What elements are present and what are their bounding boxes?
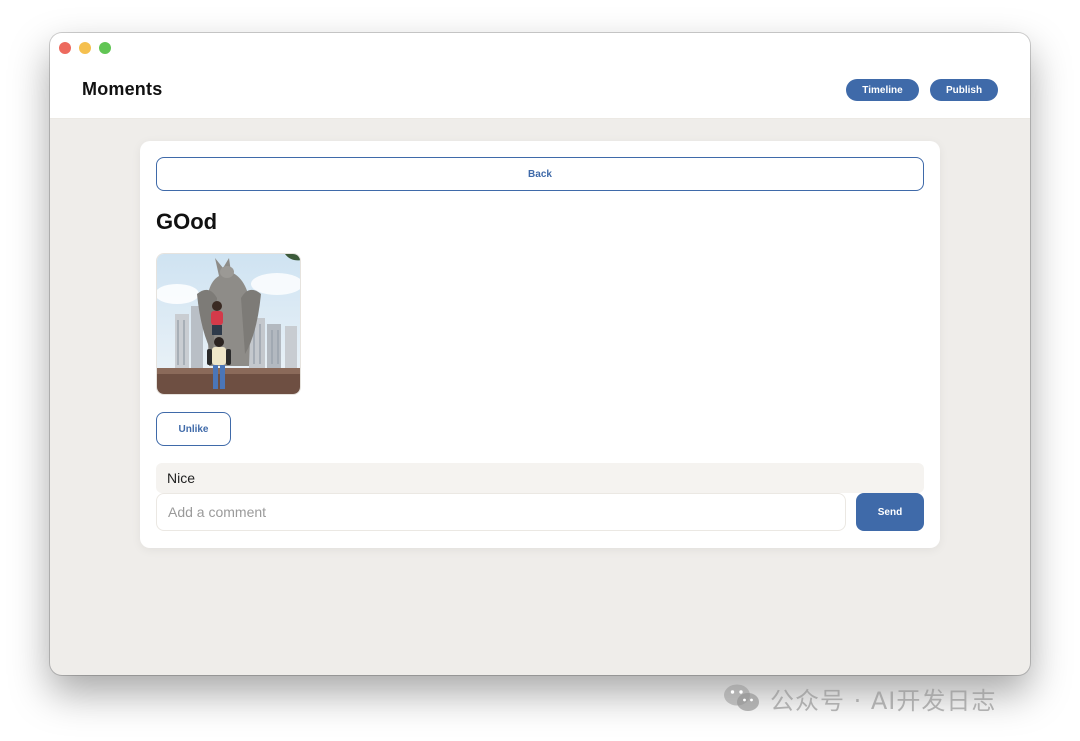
publish-button[interactable]: Publish — [930, 79, 998, 101]
comment-item: Nice — [156, 463, 924, 493]
unlike-button[interactable]: Unlike — [156, 412, 231, 446]
post-detail-card: Back GOod Unlike Nice Add a comment Send — [140, 141, 940, 548]
photo-illustration — [157, 254, 300, 394]
app-title: Moments — [82, 79, 163, 99]
post-photo[interactable] — [156, 253, 301, 395]
minimize-window-button[interactable] — [79, 42, 91, 54]
back-button[interactable]: Back — [156, 157, 924, 191]
watermark: 公众号 · AI开发日志 — [722, 680, 996, 716]
send-button[interactable]: Send — [856, 493, 924, 531]
header-bar: Moments Timeline Publish — [50, 33, 1030, 119]
wechat-icon — [724, 684, 759, 711]
post-title: GOod — [156, 209, 218, 234]
timeline-button[interactable]: Timeline — [846, 79, 919, 101]
watermark-text: 公众号 · AI开发日志 — [770, 686, 997, 715]
comment-input[interactable] — [156, 493, 846, 531]
close-window-button[interactable] — [59, 42, 71, 54]
zoom-window-button[interactable] — [99, 42, 111, 54]
app-window: Moments Timeline Publish Back GOod Unlik… — [50, 33, 1030, 675]
